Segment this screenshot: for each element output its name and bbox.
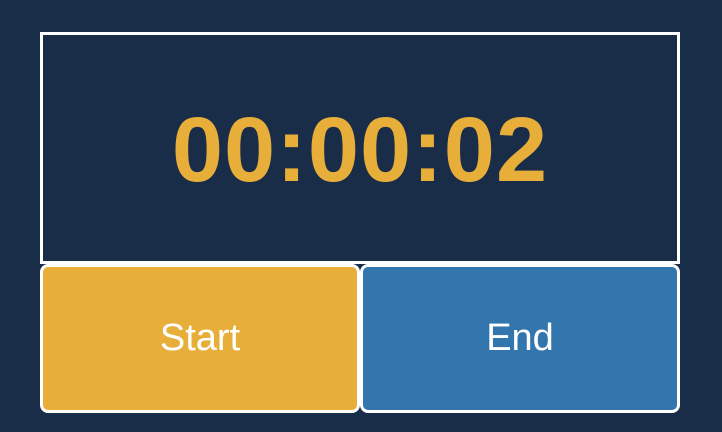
timer-readout: 00:00:02	[171, 99, 549, 201]
start-button-label: Start	[159, 317, 241, 359]
end-button[interactable]: End	[360, 264, 680, 413]
end-button-label: End	[486, 317, 554, 359]
start-button[interactable]: Start	[40, 264, 360, 413]
timer-display: 00:00:02	[40, 32, 680, 264]
